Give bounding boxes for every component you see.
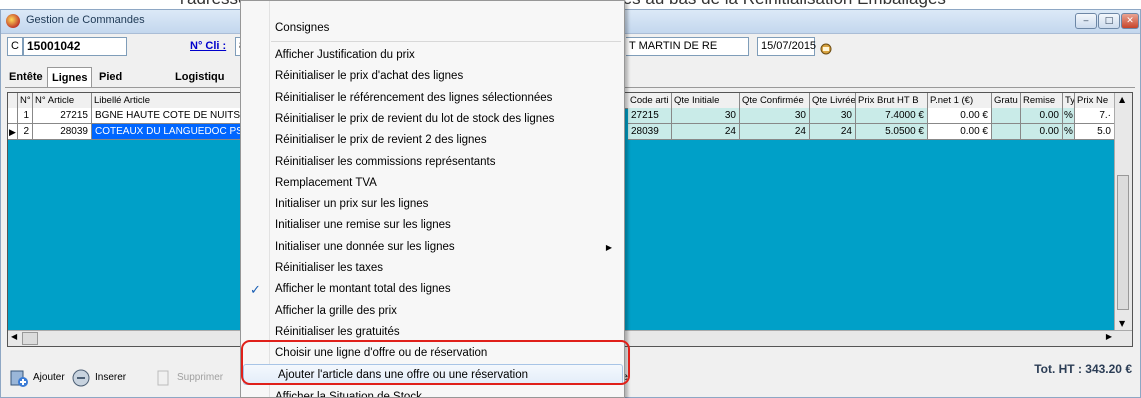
- minimize-button[interactable]: ‒: [1075, 13, 1097, 29]
- menu-item-reinit-prix-revient-2[interactable]: Réinitialiser le prix de revient 2 des l…: [241, 130, 624, 151]
- menu-item-montant-total-label: Afficher le montant total des lignes: [275, 283, 451, 296]
- delete-icon: [157, 370, 169, 386]
- menu-item-reinit-referencement[interactable]: Réinitialiser le référencement des ligne…: [241, 88, 624, 109]
- cell-qte-init: 30: [672, 108, 740, 124]
- order-prefix-field: C: [7, 37, 23, 56]
- add-line-button[interactable]: Ajouter: [9, 368, 65, 388]
- insert-line-button[interactable]: Inserer: [71, 368, 126, 388]
- close-button[interactable]: ✕: [1121, 13, 1139, 29]
- cell-remise: 0.00: [1021, 124, 1063, 140]
- tab-lignes[interactable]: Lignes: [47, 67, 93, 88]
- col-header-article: N° Article: [33, 93, 92, 108]
- add-label: Ajouter: [33, 372, 65, 383]
- cell-libelle-selected[interactable]: COTEAUX DU LANGUEDOC PS: [92, 124, 252, 140]
- vertical-scroll-thumb[interactable]: [1117, 175, 1129, 310]
- scroll-up-icon[interactable]: ▲: [1119, 95, 1125, 104]
- maximize-button[interactable]: □: [1098, 13, 1120, 29]
- app-icon: [6, 14, 20, 28]
- col-header-qte-conf: Qte Confirmée: [740, 93, 810, 108]
- highlight-annotation: [241, 340, 630, 385]
- cell-qte-livr: 24: [810, 124, 856, 140]
- menu-item-init-donnee-label: Initialiser une donnée sur les lignes: [275, 240, 455, 253]
- cell-pnet: 0.00 €: [928, 124, 992, 140]
- cell-ty: %: [1063, 124, 1075, 140]
- scroll-down-icon[interactable]: ▼: [1119, 319, 1125, 328]
- menu-item-remplacement-tva[interactable]: Remplacement TVA: [241, 173, 624, 194]
- scroll-left-icon[interactable]: ◀: [11, 332, 17, 341]
- cell-code: 27215: [628, 108, 672, 124]
- col-header-n: N°: [18, 93, 33, 108]
- col-header-ty: Ty: [1065, 93, 1075, 108]
- menu-item-reinit-taxes[interactable]: Réinitialiser les taxes: [241, 258, 624, 279]
- cell-prix-net: 7.·: [1075, 108, 1115, 124]
- submenu-arrow-icon: ▶: [605, 242, 612, 252]
- client-label-link[interactable]: N° Cli :: [190, 40, 226, 52]
- menu-item-reinit-commissions[interactable]: Réinitialiser les commissions représenta…: [241, 152, 624, 173]
- cell-qte-livr: 30: [810, 108, 856, 124]
- cell-pnet: 0.00 €: [928, 108, 992, 124]
- order-number-field[interactable]: 15001042: [23, 37, 127, 56]
- cell-qte-conf: 24: [740, 124, 810, 140]
- col-header-remise: Remise: [1021, 93, 1063, 108]
- client-city-field: T MARTIN DE RE: [626, 37, 749, 56]
- menu-separator: [271, 41, 621, 42]
- col-header-prix-net: Prix Ne: [1075, 93, 1115, 108]
- menu-item-init-donnee[interactable]: Initialiser une donnée sur les lignes ▶: [241, 237, 624, 258]
- cell-qte-init: 24: [672, 124, 740, 140]
- vertical-scrollbar[interactable]: ▲ ▼: [1114, 93, 1132, 346]
- cell-prix-net: 5.0: [1075, 124, 1115, 140]
- col-header-code: Code arti: [628, 93, 672, 108]
- delete-line-button[interactable]: Supprimer: [153, 368, 223, 388]
- horizontal-scroll-thumb[interactable]: [22, 332, 38, 345]
- menu-item-reinit-prix-achat[interactable]: Réinitialiser le prix d'achat des lignes: [241, 66, 624, 87]
- tab-entete[interactable]: Entête: [5, 67, 47, 87]
- cell-n: 2: [18, 124, 33, 140]
- row-indicator: [8, 108, 18, 124]
- cell-code: 28039: [628, 124, 672, 140]
- order-date-field[interactable]: 15/07/2015: [757, 37, 816, 56]
- menu-item-grille-prix[interactable]: Afficher la grille des prix: [241, 301, 624, 322]
- col-header-qte-livr: Qte Livrée: [812, 93, 856, 108]
- insert-label: Inserer: [95, 372, 127, 383]
- cell-prix-brut: 7.4000 €: [856, 108, 928, 124]
- menu-item-consignes[interactable]: Consignes: [241, 18, 624, 39]
- cell-article: 28039: [33, 124, 92, 140]
- menu-item-situation-stock[interactable]: Afficher la Situation de Stock: [241, 387, 624, 397]
- row-indicator-header: [8, 93, 18, 108]
- col-header-qte-init: Qte Initiale: [672, 93, 740, 108]
- cell-prix-brut: 5.0500 €: [856, 124, 928, 140]
- col-header-pnet: P.net 1 (€): [928, 93, 992, 108]
- current-row-arrow-icon: ▶: [8, 124, 18, 140]
- insert-icon: [72, 369, 90, 387]
- window-title: Gestion de Commandes: [26, 14, 145, 26]
- cell-qte-conf: 30: [740, 108, 810, 124]
- cell-remise: 0.00: [1021, 108, 1063, 124]
- cell-article: 27215: [33, 108, 92, 124]
- calendar-icon[interactable]: [819, 40, 833, 55]
- add-icon: [10, 370, 28, 387]
- menu-item-justification-prix[interactable]: Afficher Justification du prix: [241, 45, 624, 66]
- cell-gratu: [992, 108, 1021, 124]
- menu-item-init-prix[interactable]: Initialiser un prix sur les lignes: [241, 194, 624, 215]
- menu-item-init-remise[interactable]: Initialiser une remise sur les lignes: [241, 215, 624, 236]
- scroll-right-icon[interactable]: ▶: [1106, 332, 1112, 341]
- col-header-libelle: Libellé Article: [92, 93, 252, 108]
- col-header-prix-brut: Prix Brut HT B: [856, 93, 928, 108]
- menu-item-reinit-prix-revient-lot[interactable]: Réinitialiser le prix de revient du lot …: [241, 109, 624, 130]
- total-ht: Tot. HT : 343.20 €: [1034, 362, 1132, 376]
- cell-ty: %: [1063, 108, 1075, 124]
- cell-libelle: BGNE HAUTE COTE DE NUITS: [92, 108, 252, 124]
- tab-logistique[interactable]: Logistiqu: [171, 67, 229, 87]
- context-menu: Consignes Afficher Justification du prix…: [240, 0, 625, 398]
- menu-item-partial-top[interactable]: [241, 1, 624, 13]
- delete-label: Supprimer: [177, 372, 224, 383]
- cell-n: 1: [18, 108, 33, 124]
- col-header-gratu: Gratu: [992, 93, 1021, 108]
- menu-item-montant-total[interactable]: ✓ Afficher le montant total des lignes: [241, 279, 624, 300]
- checkmark-icon: ✓: [250, 282, 261, 298]
- tab-pied-de-page[interactable]: Pied de page: [95, 67, 129, 123]
- cell-gratu: [992, 124, 1021, 140]
